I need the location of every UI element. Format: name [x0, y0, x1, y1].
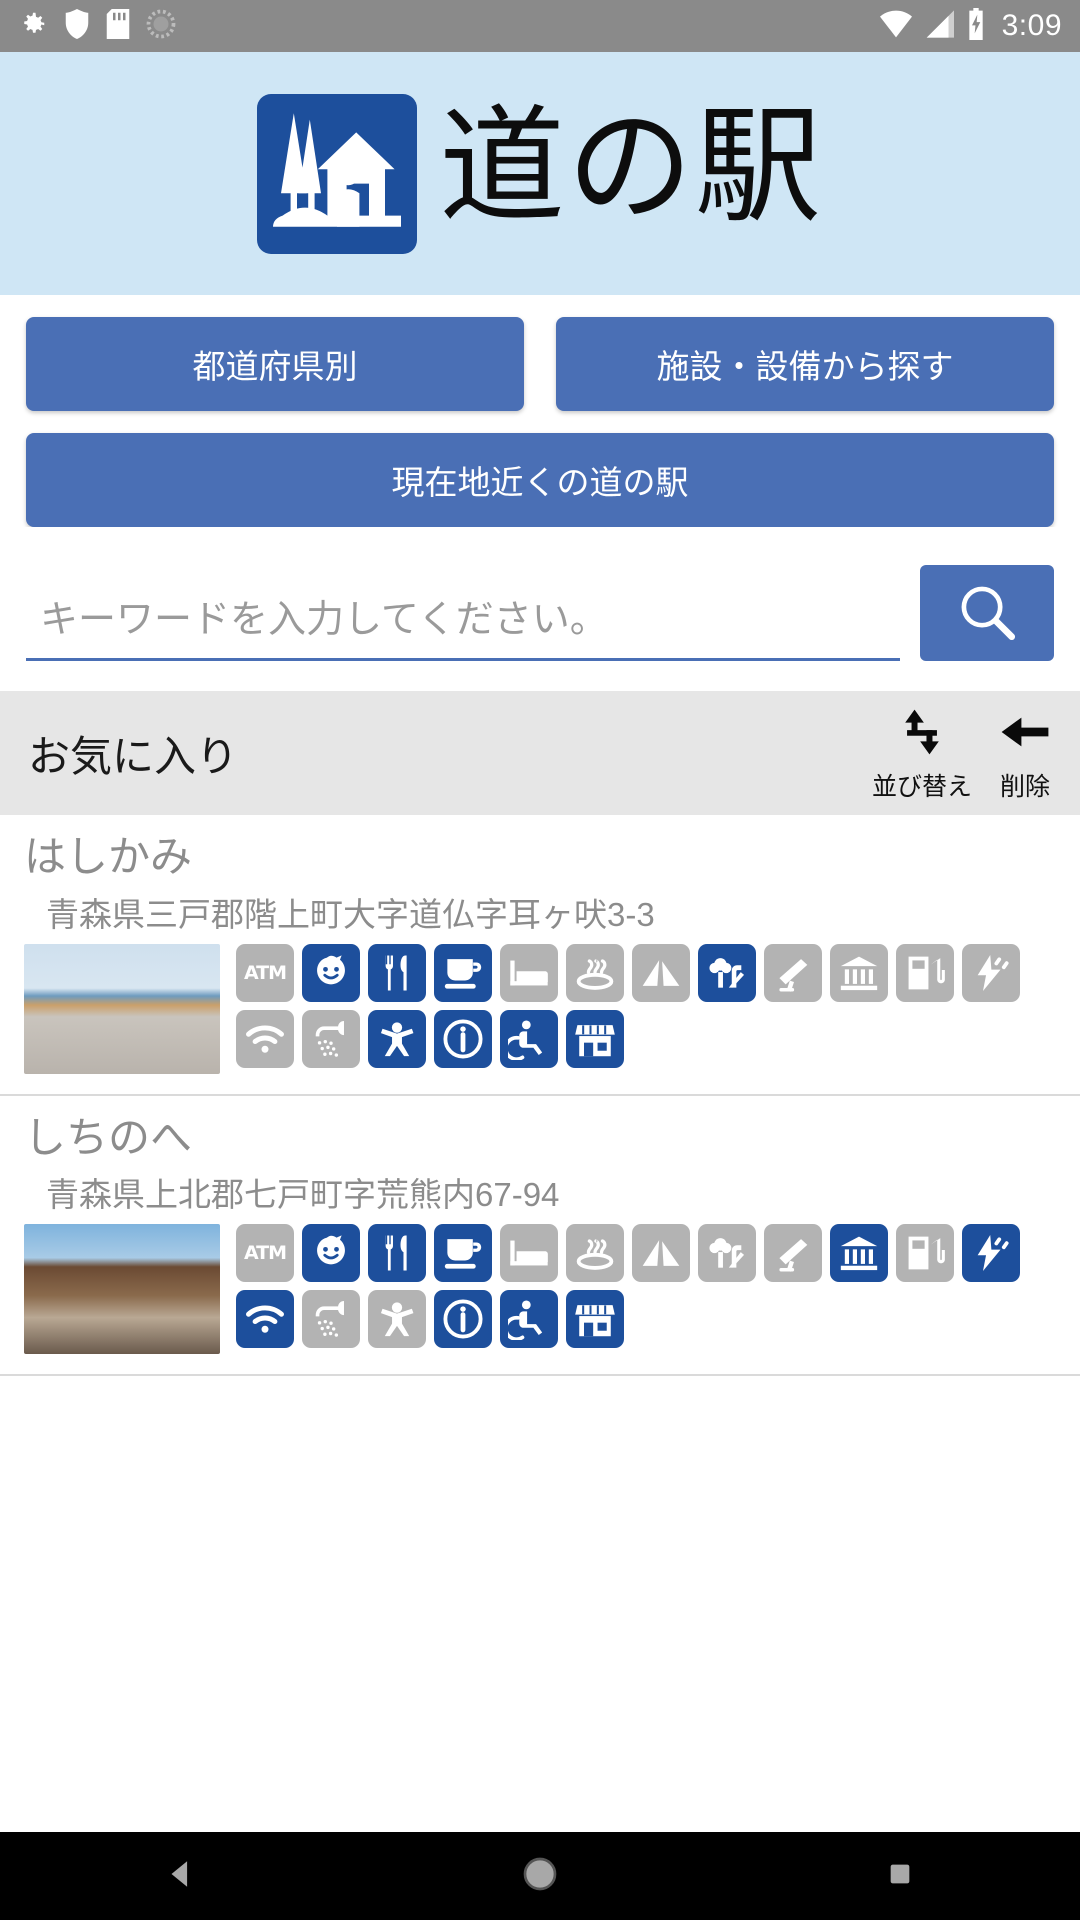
search-options-row: 都道府県別 施設・設備から探す	[26, 317, 1054, 411]
recents-icon	[884, 1858, 916, 1895]
delete-button-label: 削除	[999, 772, 1050, 801]
gear-icon	[18, 9, 48, 44]
search-input[interactable]	[26, 593, 900, 661]
lodging-icon	[500, 943, 558, 1002]
left-arrow-icon	[998, 704, 1052, 765]
status-bar-left-icons	[18, 8, 176, 44]
by-facility-button[interactable]: 施設・設備から探す	[556, 317, 1054, 411]
gas-station-icon	[896, 1224, 954, 1282]
clock: 3:09	[1001, 9, 1062, 42]
station-name: しちのへ	[24, 1113, 193, 1161]
hot-spring-icon	[566, 1224, 624, 1282]
camping-icon	[632, 1224, 690, 1282]
observatory-icon	[764, 1224, 822, 1282]
atm-icon: ATM	[236, 943, 294, 1002]
near-me-button[interactable]: 現在地近くの道の駅	[26, 433, 1054, 527]
information-icon	[434, 1009, 492, 1068]
restaurant-icon	[368, 943, 426, 1002]
lodging-icon	[500, 1224, 558, 1282]
sort-button[interactable]: 並び替え	[872, 704, 972, 803]
michi-no-eki-logo-icon	[257, 93, 417, 254]
list-item[interactable]: しちのへ青森県上北郡七戸町字荒熊内67-94 ATM	[0, 1096, 1080, 1376]
favorites-title: お気に入り	[28, 732, 239, 780]
home-icon	[520, 1854, 560, 1899]
wifi-icon	[236, 1290, 294, 1348]
app-header: 道の駅	[0, 52, 1080, 295]
wifi-icon	[236, 1009, 294, 1068]
sd-card-icon	[106, 8, 130, 44]
status-bar: 3:09	[0, 0, 1080, 52]
favorites-actions: 並び替え 削除	[872, 704, 1052, 803]
station-address: 青森県上北郡七戸町字荒熊内67-94	[46, 1176, 560, 1213]
facility-icon-grid: ATM	[236, 1224, 1056, 1348]
wifi-icon	[879, 10, 912, 43]
station-body: ATM	[24, 1224, 1056, 1354]
station-body: ATM	[24, 943, 1056, 1074]
battery-charging-icon	[966, 7, 986, 45]
museum-icon	[830, 1224, 888, 1282]
station-thumbnail[interactable]	[24, 943, 220, 1074]
facility-icon-grid: ATM	[236, 943, 1056, 1068]
playground-icon	[368, 1290, 426, 1348]
museum-icon	[830, 943, 888, 1002]
shower-icon	[302, 1009, 360, 1068]
keyword-search-bar	[0, 527, 1080, 691]
shop-icon	[566, 1290, 624, 1348]
restaurant-icon	[368, 1224, 426, 1282]
android-nav-bar	[0, 1832, 1080, 1920]
home-button[interactable]	[480, 1832, 600, 1920]
atm-icon: ATM	[236, 1224, 294, 1282]
by-prefecture-button[interactable]: 都道府県別	[26, 317, 524, 411]
ev-charger-icon	[962, 1224, 1020, 1282]
delete-button[interactable]: 削除	[998, 704, 1052, 803]
cafe-icon	[434, 1224, 492, 1282]
back-button[interactable]	[120, 1832, 240, 1920]
search-options: 都道府県別 施設・設備から探す 現在地近くの道の駅	[0, 295, 1080, 527]
cafe-icon	[434, 943, 492, 1002]
search-button[interactable]	[920, 565, 1054, 661]
park-icon	[698, 1224, 756, 1282]
information-icon	[434, 1290, 492, 1348]
gas-station-icon	[896, 943, 954, 1002]
status-bar-right-icons: 3:09	[879, 7, 1062, 45]
shower-icon	[302, 1290, 360, 1348]
search-icon	[954, 579, 1020, 648]
hot-spring-icon	[566, 943, 624, 1002]
accessible-icon	[500, 1290, 558, 1348]
park-icon	[698, 943, 756, 1002]
page-title: 道の駅	[439, 98, 823, 238]
playground-icon	[368, 1009, 426, 1068]
station-address: 青森県三戸郡階上町大字道仏字耳ヶ吠3-3	[46, 895, 655, 933]
spinner-icon	[146, 9, 176, 44]
baby-care-icon	[302, 943, 360, 1002]
accessible-icon	[500, 1009, 558, 1068]
observatory-icon	[764, 943, 822, 1002]
sort-arrows-icon	[895, 704, 949, 765]
back-icon	[163, 1857, 197, 1896]
favorites-list: はしかみ 青森県三戸郡階上町大字道仏字耳ヶ吠3-3 ATM しちのへ 青森県上北郡七戸町…	[0, 815, 1080, 1376]
baby-care-icon	[302, 1224, 360, 1282]
signal-icon	[924, 9, 954, 43]
ev-charger-icon	[962, 943, 1020, 1002]
recents-button[interactable]	[840, 1832, 960, 1920]
shield-icon	[64, 8, 90, 44]
sort-button-label: 並び替え	[871, 772, 972, 801]
shop-icon	[566, 1009, 624, 1068]
station-name: はしかみ	[24, 833, 193, 880]
favorites-header: お気に入り 並び替え 削除	[0, 691, 1080, 815]
camping-icon	[632, 943, 690, 1002]
station-thumbnail[interactable]	[24, 1224, 220, 1354]
list-item[interactable]: はしかみ青森県三戸郡階上町大字道仏字耳ヶ吠3-3 ATM	[0, 815, 1080, 1096]
